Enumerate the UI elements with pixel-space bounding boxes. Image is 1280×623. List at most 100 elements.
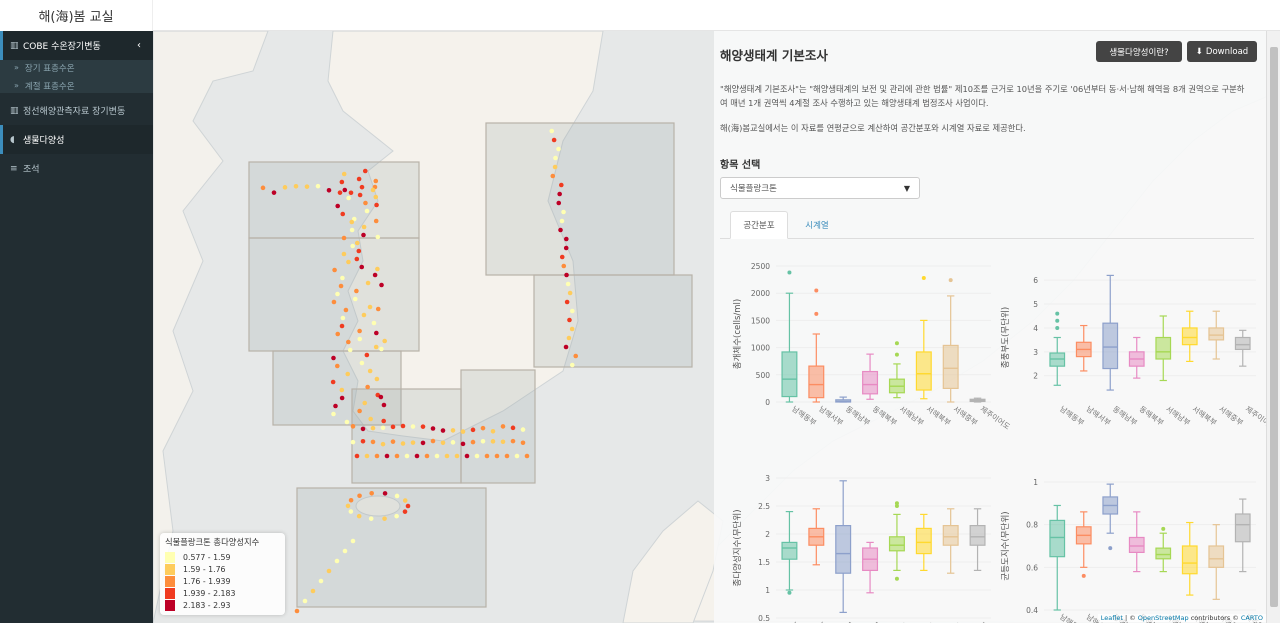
sampling-point[interactable] <box>500 439 506 445</box>
sampling-point[interactable] <box>361 232 366 238</box>
sampling-point[interactable] <box>561 209 566 215</box>
sampling-point[interactable] <box>569 362 575 368</box>
sampling-point[interactable] <box>302 598 308 604</box>
sampling-point[interactable] <box>364 208 370 214</box>
outlier-point[interactable] <box>921 275 926 280</box>
box[interactable] <box>1208 545 1225 568</box>
box[interactable] <box>781 541 798 560</box>
sampling-point[interactable] <box>400 441 406 446</box>
sampling-point[interactable] <box>552 164 558 170</box>
sampling-point[interactable] <box>331 355 336 361</box>
sampling-point[interactable] <box>339 387 345 393</box>
sampling-point[interactable] <box>356 513 362 519</box>
sampling-point[interactable] <box>361 312 367 318</box>
box[interactable] <box>1181 545 1198 575</box>
sampling-point[interactable] <box>332 267 337 273</box>
sampling-point[interactable] <box>337 190 343 195</box>
sampling-point[interactable] <box>331 411 336 417</box>
region-box[interactable] <box>460 369 536 484</box>
carto-link[interactable]: CARTO <box>1241 614 1263 622</box>
outlier-point[interactable] <box>1081 573 1086 578</box>
sampling-point[interactable] <box>460 429 466 434</box>
sampling-point[interactable] <box>363 200 368 206</box>
sampling-point[interactable] <box>348 190 354 196</box>
sampling-point[interactable] <box>326 187 332 193</box>
sampling-point[interactable] <box>333 403 338 409</box>
sampling-point[interactable] <box>304 184 310 189</box>
sampling-point[interactable] <box>364 352 370 358</box>
sampling-point[interactable] <box>430 426 436 431</box>
download-button[interactable]: ⬇ Download <box>1187 41 1257 62</box>
box[interactable] <box>942 525 959 546</box>
sampling-point[interactable] <box>567 317 572 323</box>
sampling-point[interactable] <box>565 281 571 287</box>
sampling-point[interactable] <box>564 272 569 278</box>
sampling-point[interactable] <box>563 344 569 350</box>
sidebar-subitem-long-sst[interactable]: » 장기 표층수온 <box>0 60 153 75</box>
sampling-point[interactable] <box>382 516 387 521</box>
sampling-point[interactable] <box>551 137 557 143</box>
sampling-point[interactable] <box>510 425 516 431</box>
sampling-point[interactable] <box>372 272 378 278</box>
sampling-point[interactable] <box>370 425 376 431</box>
sidebar-item-biodiversity[interactable]: ◖ 생물다양성 <box>0 125 153 154</box>
region-box[interactable] <box>248 161 420 239</box>
sampling-point[interactable] <box>335 203 341 209</box>
sampling-point[interactable] <box>367 304 373 310</box>
region-box[interactable] <box>296 487 487 608</box>
sampling-point[interactable] <box>344 419 350 425</box>
sampling-point[interactable] <box>564 299 570 305</box>
box[interactable] <box>915 527 932 555</box>
box[interactable] <box>1208 327 1225 341</box>
sampling-point[interactable] <box>394 513 399 519</box>
sampling-point[interactable] <box>365 384 370 390</box>
sampling-point[interactable] <box>349 219 355 225</box>
sampling-point[interactable] <box>490 428 496 434</box>
sampling-point[interactable] <box>464 453 470 459</box>
sampling-point[interactable] <box>381 418 386 424</box>
sampling-point[interactable] <box>359 264 365 270</box>
sampling-point[interactable] <box>460 441 466 447</box>
sampling-point[interactable] <box>500 424 506 429</box>
sampling-point[interactable] <box>359 360 365 366</box>
sampling-point[interactable] <box>573 353 579 359</box>
sampling-point[interactable] <box>556 200 562 206</box>
sampling-point[interactable] <box>335 331 341 337</box>
box[interactable] <box>1155 336 1172 360</box>
sampling-point[interactable] <box>373 178 379 184</box>
box[interactable] <box>915 351 932 391</box>
sampling-point[interactable] <box>494 453 500 459</box>
sampling-point[interactable] <box>338 283 344 289</box>
box[interactable] <box>808 365 825 399</box>
sampling-point[interactable] <box>450 440 456 445</box>
sampling-point[interactable] <box>374 453 380 459</box>
sidebar-item-ocean-obs[interactable]: ▥ 정선해양관측자료 장기변동 <box>0 96 153 125</box>
panel-scrollbar[interactable] <box>1266 31 1280 623</box>
sampling-point[interactable] <box>480 425 486 431</box>
sampling-point[interactable] <box>470 427 476 433</box>
outlier-point[interactable] <box>1055 325 1060 330</box>
sampling-point[interactable] <box>354 256 360 262</box>
sampling-point[interactable] <box>470 439 476 445</box>
sidebar-subitem-season-sst[interactable]: » 계절 표층수온 <box>0 78 153 93</box>
sampling-point[interactable] <box>490 439 496 444</box>
sampling-point[interactable] <box>405 503 411 509</box>
sampling-point[interactable] <box>345 371 351 377</box>
sampling-point[interactable] <box>340 315 346 321</box>
sampling-point[interactable] <box>510 438 516 444</box>
region-box[interactable] <box>248 237 420 352</box>
scrollbar-thumb[interactable] <box>1270 47 1278 607</box>
sampling-point[interactable] <box>346 195 351 201</box>
sampling-point[interactable] <box>356 248 362 254</box>
outlier-point[interactable] <box>1161 526 1166 531</box>
sampling-point[interactable] <box>564 236 569 242</box>
sampling-point[interactable] <box>371 320 377 326</box>
sampling-point[interactable] <box>345 503 351 509</box>
sampling-point[interactable] <box>334 558 340 564</box>
outlier-point[interactable] <box>894 341 899 346</box>
sampling-point[interactable] <box>373 344 379 350</box>
sampling-point[interactable] <box>375 234 381 240</box>
sampling-point[interactable] <box>341 251 347 257</box>
sampling-point[interactable] <box>410 440 416 445</box>
sampling-point[interactable] <box>341 171 347 177</box>
